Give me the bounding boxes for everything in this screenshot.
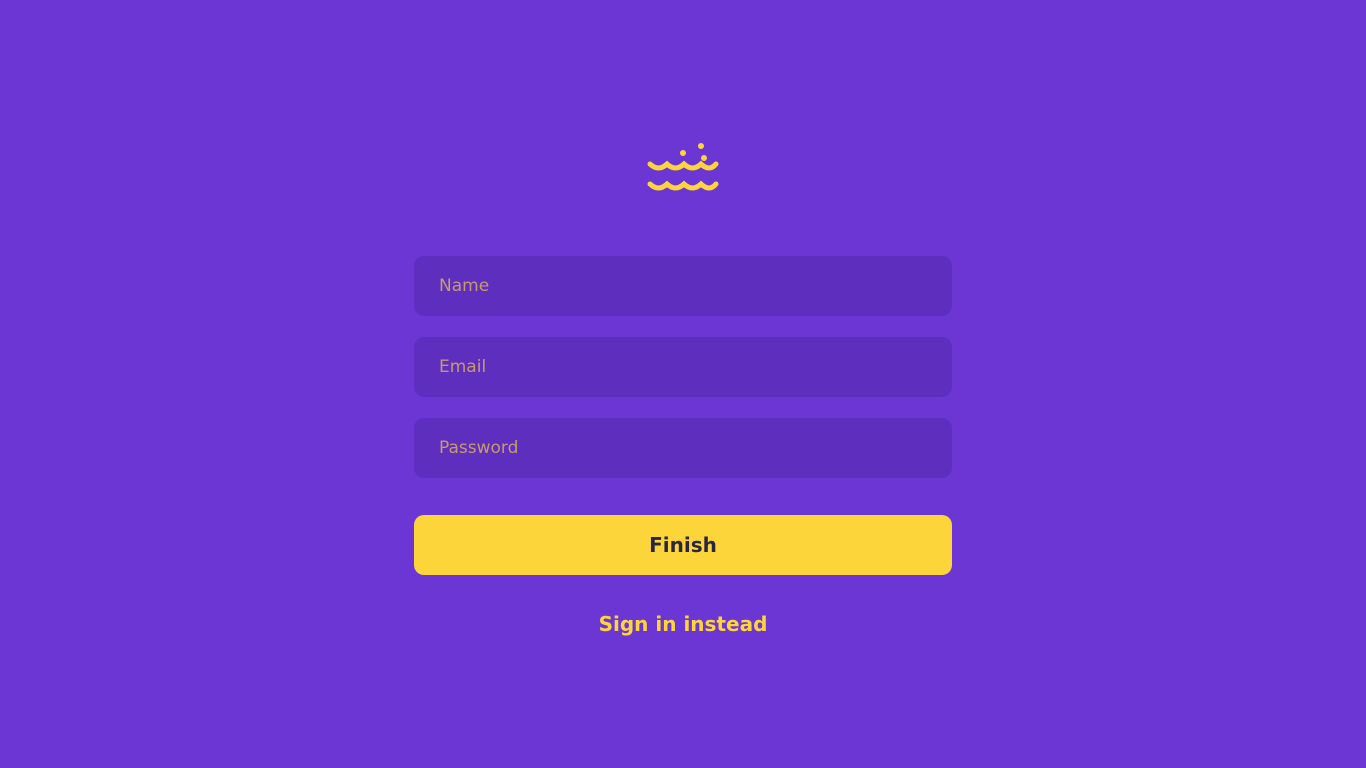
name-input[interactable] <box>414 256 952 316</box>
email-input[interactable] <box>414 337 952 397</box>
sign-in-instead-link[interactable]: Sign in instead <box>0 612 1366 636</box>
password-input[interactable] <box>414 418 952 478</box>
finish-button[interactable]: Finish <box>414 515 952 575</box>
signup-page: Finish Sign in instead <box>0 0 1366 768</box>
waves-bubbles-icon <box>646 142 720 198</box>
signup-form <box>414 256 952 499</box>
